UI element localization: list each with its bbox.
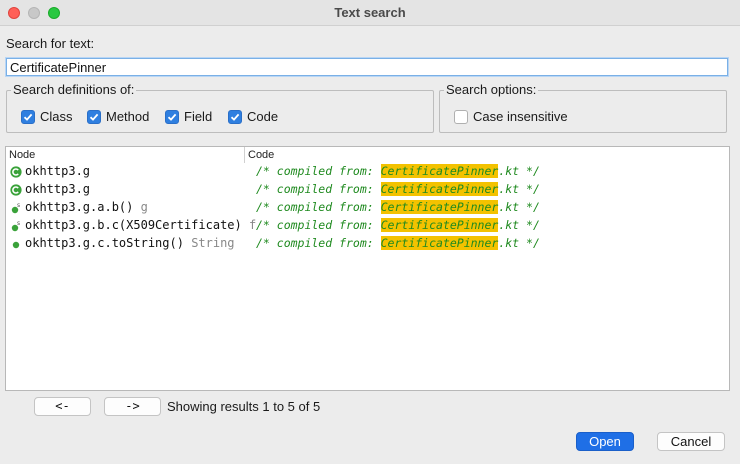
row-node: okhttp3.g: [25, 164, 91, 178]
class-checkbox-label: Class: [40, 109, 73, 124]
static-method-icon: s: [11, 220, 20, 232]
field-checkbox[interactable]: Field: [165, 109, 212, 124]
row-node: okhttp3.g.a.b() g: [25, 200, 148, 214]
row-node: okhttp3.g.b.c(X509Certificate) f: [25, 218, 257, 232]
class-icon: [10, 166, 22, 178]
window-title: Text search: [334, 5, 406, 20]
results-status: Showing results 1 to 5 of 5: [167, 399, 321, 414]
column-header-node[interactable]: Node: [6, 147, 245, 163]
checkbox-checked-icon: [165, 109, 179, 124]
row-code: /* compiled from: CertificatePinner.kt *…: [256, 200, 540, 214]
match-highlight: CertificatePinner: [380, 236, 499, 250]
cancel-button[interactable]: Cancel: [657, 432, 725, 451]
match-highlight: CertificatePinner: [380, 164, 499, 178]
column-header-code[interactable]: Code: [245, 147, 274, 163]
checkbox-checked-icon: [87, 109, 101, 124]
static-method-icon: s: [11, 202, 20, 214]
code-checkbox[interactable]: Code: [228, 109, 278, 124]
search-input[interactable]: [6, 58, 728, 76]
table-row[interactable]: s okhttp3.g.b.c(X509Certificate) f /* co…: [6, 217, 729, 235]
match-highlight: CertificatePinner: [380, 182, 499, 196]
class-checkbox[interactable]: Class: [21, 109, 73, 124]
svg-text:s: s: [17, 202, 20, 209]
row-node: okhttp3.g.c.toString() String: [25, 236, 235, 250]
row-code: /* compiled from: CertificatePinner.kt *…: [256, 182, 540, 196]
search-label: Search for text:: [6, 36, 95, 51]
method-checkbox[interactable]: Method: [87, 109, 149, 124]
checkbox-unchecked-icon: [454, 109, 468, 124]
open-button[interactable]: Open: [576, 432, 634, 451]
match-highlight: CertificatePinner: [380, 200, 499, 214]
search-definitions-legend: Search definitions of:: [11, 82, 137, 97]
row-code: /* compiled from: CertificatePinner.kt *…: [256, 218, 540, 232]
table-row[interactable]: okhttp3.g.c.toString() String /* compile…: [6, 235, 729, 253]
field-checkbox-label: Field: [184, 109, 213, 124]
search-options-legend: Search options:: [444, 82, 539, 97]
class-icon: [10, 184, 22, 196]
results-table[interactable]: Node Code okhttp3.g /* compiled from: Ce…: [5, 146, 730, 391]
previous-page-button[interactable]: <-: [34, 397, 91, 416]
method-icon: [12, 241, 20, 249]
next-page-button[interactable]: ->: [104, 397, 161, 416]
row-code: /* compiled from: CertificatePinner.kt *…: [256, 164, 540, 178]
title-bar: Text search: [0, 0, 740, 26]
svg-text:s: s: [17, 220, 20, 227]
case-insensitive-label: Case insensitive: [473, 109, 568, 124]
table-row[interactable]: okhttp3.g /* compiled from: CertificateP…: [6, 163, 729, 181]
case-insensitive-checkbox[interactable]: Case insensitive: [454, 109, 568, 124]
table-row[interactable]: okhttp3.g /* compiled from: CertificateP…: [6, 181, 729, 199]
code-checkbox-label: Code: [247, 109, 279, 124]
checkbox-checked-icon: [21, 109, 35, 124]
match-highlight: CertificatePinner: [380, 218, 499, 232]
method-checkbox-label: Method: [106, 109, 150, 124]
row-code: /* compiled from: CertificatePinner.kt *…: [256, 236, 540, 250]
table-row[interactable]: s okhttp3.g.a.b() g /* compiled from: Ce…: [6, 199, 729, 217]
row-node: okhttp3.g: [25, 182, 91, 196]
checkbox-checked-icon: [228, 109, 242, 124]
